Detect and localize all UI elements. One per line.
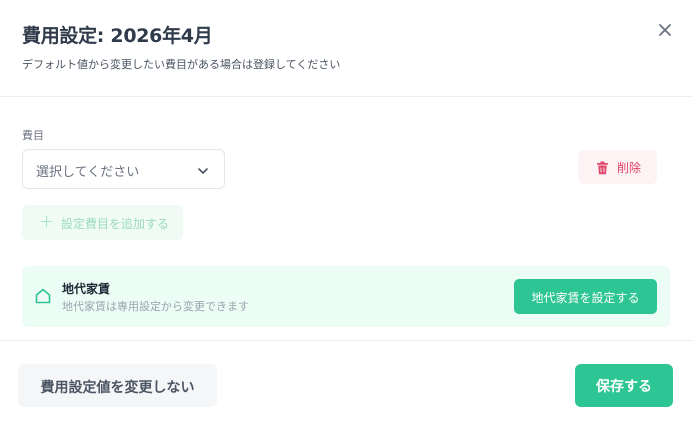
home-icon — [34, 287, 52, 309]
save-button[interactable]: 保存する — [575, 364, 673, 407]
save-button-label: 保存する — [596, 379, 652, 395]
plus-icon: ＋ — [39, 213, 55, 231]
footer-divider — [0, 340, 692, 341]
dialog-header: 費用設定: 2026年4月 デフォルト値から変更したい費目がある場合は登録してく… — [0, 0, 692, 97]
rent-notice-title: 地代家賃 — [62, 282, 111, 296]
keep-settings-label: 費用設定値を変更しない — [40, 380, 195, 396]
set-rent-button-label: 地代家賃を設定する — [531, 291, 640, 305]
expense-item-label: 費目 — [22, 129, 44, 142]
trash-icon — [596, 160, 609, 179]
set-rent-button[interactable]: 地代家賃を設定する — [514, 279, 657, 314]
rent-notice-description: 地代家賃は専用設定から変更できます — [62, 300, 249, 313]
expense-item-select[interactable]: 選択してください — [22, 149, 225, 189]
delete-button-label: 削除 — [617, 161, 642, 175]
dialog-title: 費用設定: 2026年4月 — [22, 25, 213, 47]
add-expense-item-button[interactable]: ＋ 設定費目を追加する — [22, 205, 183, 240]
delete-button[interactable]: 削除 — [578, 150, 657, 184]
close-icon[interactable] — [654, 19, 676, 41]
chevron-down-icon — [196, 163, 210, 182]
rent-notice: 地代家賃 地代家賃は専用設定から変更できます 地代家賃を設定する — [22, 266, 670, 327]
keep-settings-button[interactable]: 費用設定値を変更しない — [18, 364, 217, 407]
expense-item-select-value: 選択してください — [36, 165, 140, 180]
dialog-subtitle: デフォルト値から変更したい費目がある場合は登録してください — [22, 58, 341, 71]
add-expense-item-label: 設定費目を追加する — [61, 217, 170, 231]
